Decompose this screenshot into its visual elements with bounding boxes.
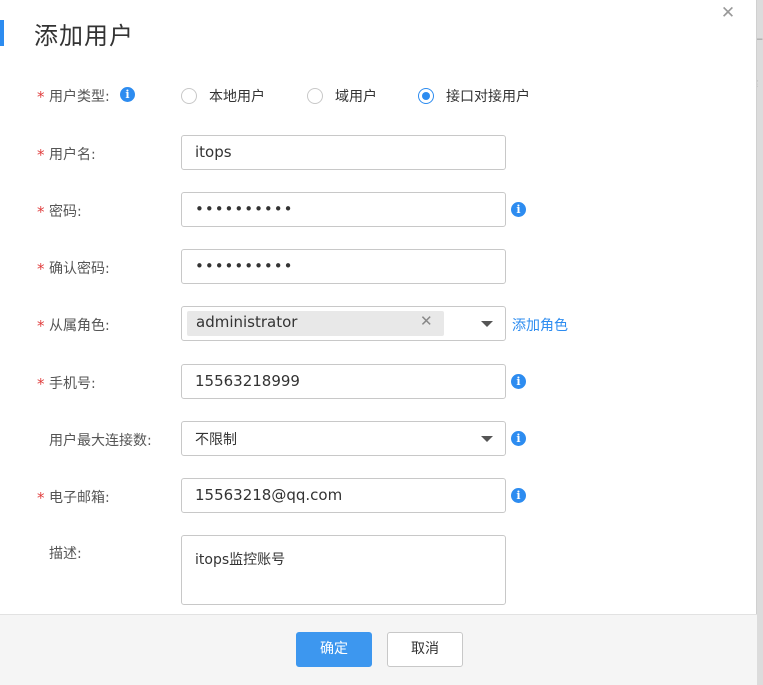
title-accent-bar: [0, 20, 4, 46]
info-icon[interactable]: i: [120, 87, 135, 102]
radio-label: 接口对接用户: [446, 89, 530, 105]
description-label: 描述:: [49, 546, 82, 562]
max-connections-label: 用户最大连接数:: [49, 433, 152, 449]
radio-circle: [181, 88, 197, 104]
email-label: 电子邮箱:: [49, 490, 110, 506]
info-icon[interactable]: i: [511, 431, 526, 446]
required-star: *: [37, 88, 45, 106]
phone-input[interactable]: 15563218999: [181, 364, 506, 399]
required-star: *: [37, 375, 45, 393]
password-label: 密码:: [49, 204, 82, 220]
add-user-dialog: 添加用户 ✕ * 用户类型: i 本地用户 域用户 接口对接用户 * 用户名: …: [0, 0, 757, 685]
username-label: 用户名:: [49, 147, 96, 163]
password-input[interactable]: ••••••••••: [181, 192, 506, 227]
radio-circle: [307, 88, 323, 104]
max-connections-value: 不限制: [195, 432, 237, 448]
role-select[interactable]: administrator ✕: [181, 306, 506, 341]
confirm-password-input[interactable]: ••••••••••: [181, 249, 506, 284]
phone-label: 手机号:: [49, 376, 96, 392]
role-label: 从属角色:: [49, 318, 110, 334]
username-input[interactable]: itops: [181, 135, 506, 170]
radio-circle-checked: [418, 88, 434, 104]
cancel-button[interactable]: 取消: [387, 632, 463, 667]
dialog-footer: 确定 取消: [0, 614, 757, 685]
confirm-button[interactable]: 确定: [296, 632, 372, 667]
role-tag: administrator ✕: [187, 311, 444, 336]
add-role-link[interactable]: 添加角色: [512, 315, 568, 335]
info-icon[interactable]: i: [511, 202, 526, 217]
email-input[interactable]: 15563218@qq.com: [181, 478, 506, 513]
max-connections-select[interactable]: 不限制: [181, 421, 506, 456]
info-icon[interactable]: i: [511, 374, 526, 389]
required-star: *: [37, 317, 45, 335]
chevron-down-icon[interactable]: [481, 321, 493, 327]
description-textarea[interactable]: itops监控账号: [181, 535, 506, 605]
dialog-title: 添加用户: [34, 22, 134, 50]
required-star: *: [37, 203, 45, 221]
role-tag-label: administrator: [196, 313, 298, 331]
required-star: *: [37, 146, 45, 164]
info-icon[interactable]: i: [511, 488, 526, 503]
chevron-down-icon[interactable]: [481, 436, 493, 442]
radio-label: 域用户: [335, 89, 377, 105]
radio-label: 本地用户: [209, 89, 265, 105]
required-star: *: [37, 260, 45, 278]
confirm-password-label: 确认密码:: [49, 261, 110, 277]
close-icon[interactable]: ✕: [718, 3, 738, 23]
user-type-label: 用户类型:: [49, 89, 110, 105]
remove-tag-icon[interactable]: ✕: [420, 312, 433, 330]
required-star: *: [37, 489, 45, 507]
